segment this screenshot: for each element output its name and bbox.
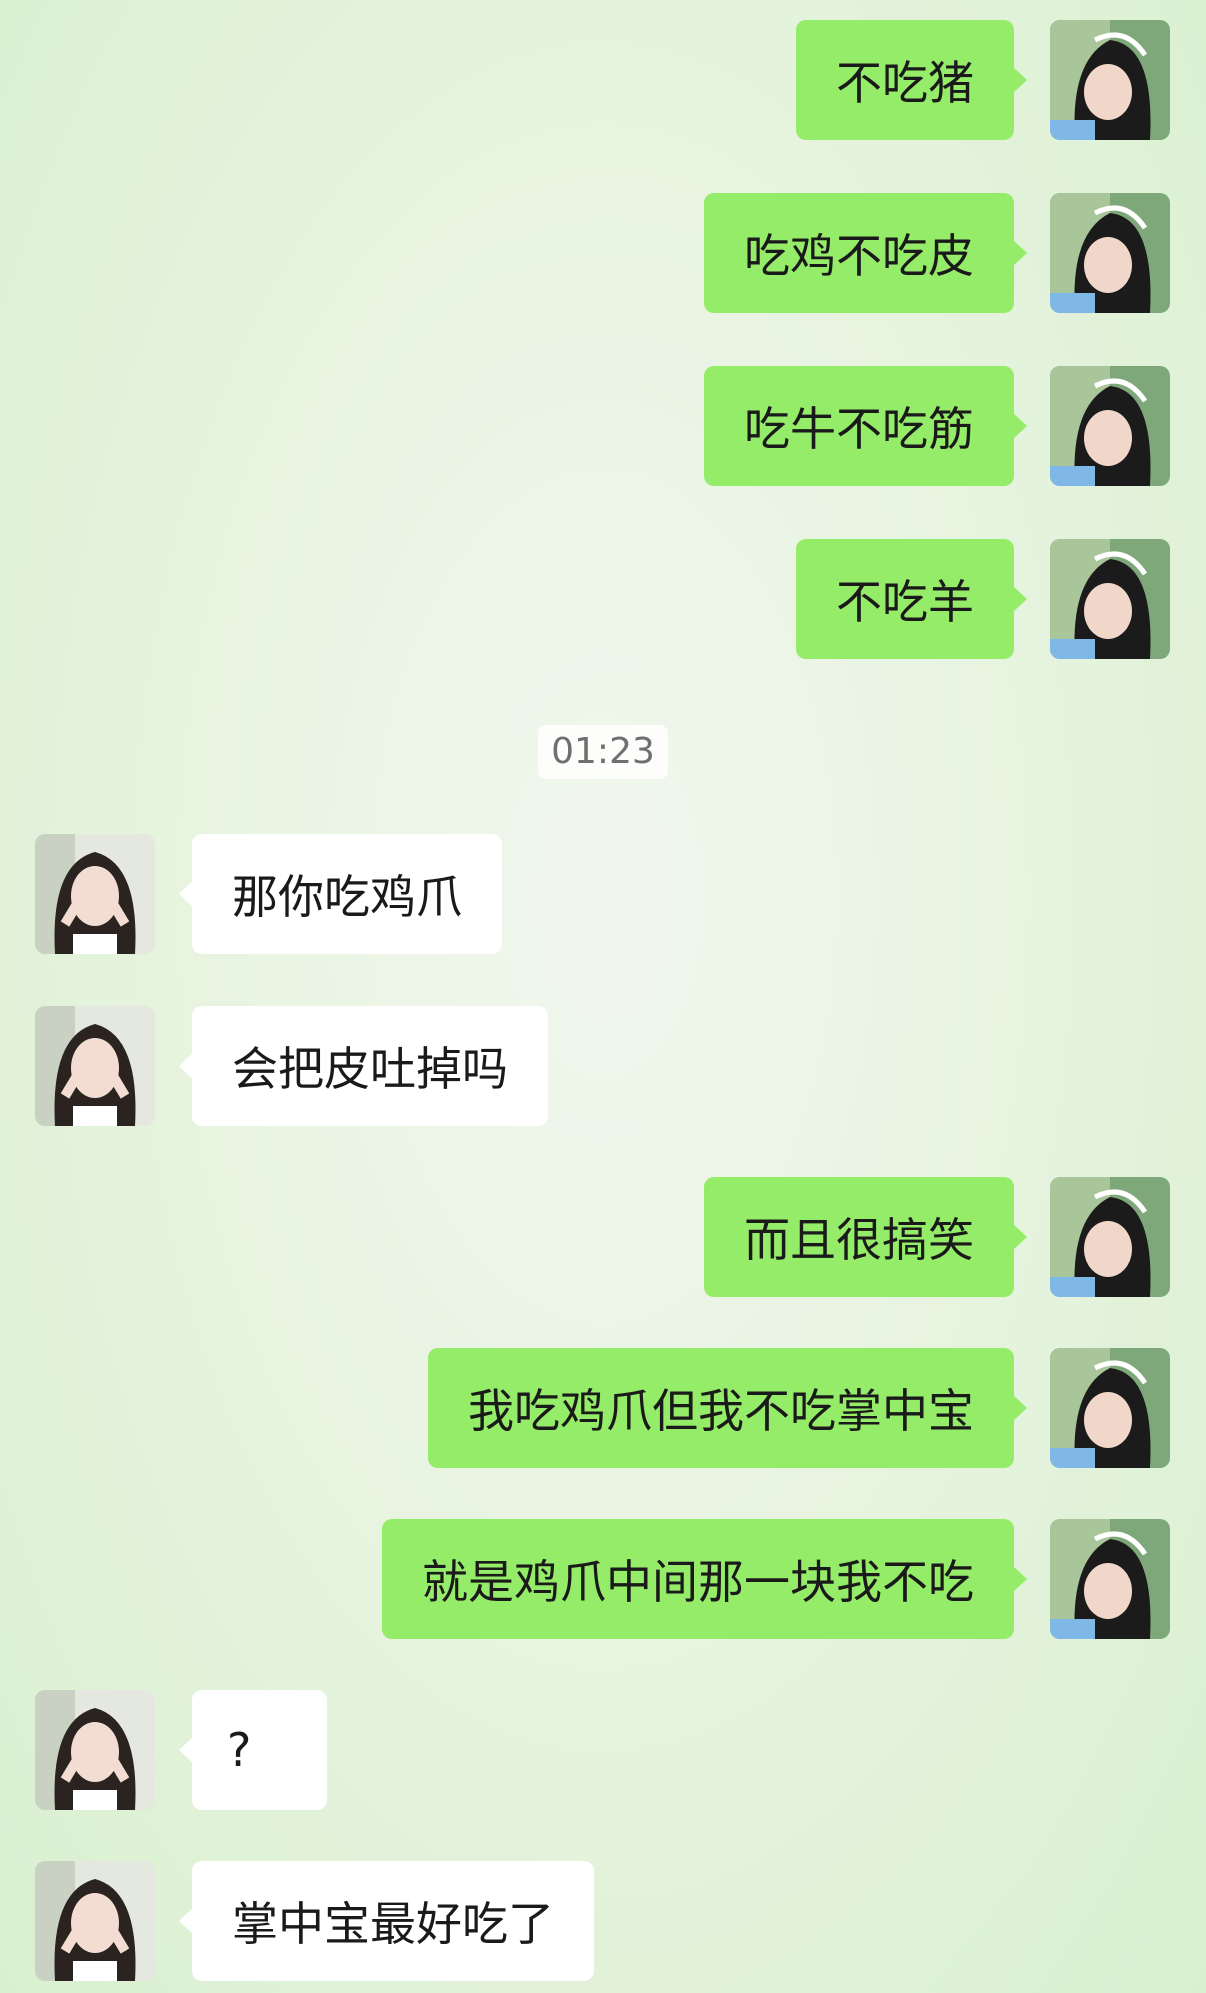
- contact-avatar[interactable]: [35, 1861, 155, 1981]
- message-bubble-outgoing[interactable]: 我吃鸡爪但我不吃掌中宝: [428, 1348, 1027, 1468]
- message-bubble-outgoing[interactable]: 吃鸡不吃皮: [704, 193, 1027, 313]
- message-bubble-incoming[interactable]: 掌中宝最好吃了: [179, 1861, 594, 1981]
- message-row-incoming: 会把皮吐掉吗: [0, 1006, 1206, 1126]
- contact-avatar[interactable]: [35, 1006, 155, 1126]
- my-avatar[interactable]: [1050, 539, 1170, 659]
- message-bubble-outgoing[interactable]: 吃牛不吃筋: [704, 366, 1027, 486]
- message-bubble-outgoing[interactable]: 不吃羊: [796, 539, 1027, 659]
- chat-area: 不吃猪 吃鸡不吃皮 吃牛不吃筋 不吃羊 01:23 那你吃鸡爪 会把皮吐掉吗 而…: [0, 0, 1206, 1993]
- message-row-outgoing: 就是鸡爪中间那一块我不吃: [0, 1519, 1206, 1639]
- message-row-outgoing: 我吃鸡爪但我不吃掌中宝: [0, 1348, 1206, 1468]
- message-bubble-outgoing[interactable]: 就是鸡爪中间那一块我不吃: [382, 1519, 1027, 1639]
- message-row-incoming: ?: [0, 1690, 1206, 1810]
- my-avatar[interactable]: [1050, 366, 1170, 486]
- message-row-outgoing: 不吃羊: [0, 539, 1206, 659]
- message-row-outgoing: 吃鸡不吃皮: [0, 193, 1206, 313]
- message-row-incoming: 那你吃鸡爪: [0, 834, 1206, 954]
- message-row-outgoing: 不吃猪: [0, 20, 1206, 140]
- my-avatar[interactable]: [1050, 1177, 1170, 1297]
- my-avatar[interactable]: [1050, 20, 1170, 140]
- contact-avatar[interactable]: [35, 834, 155, 954]
- message-row-outgoing: 吃牛不吃筋: [0, 366, 1206, 486]
- message-timestamp: 01:23: [538, 725, 668, 779]
- my-avatar[interactable]: [1050, 1519, 1170, 1639]
- my-avatar[interactable]: [1050, 193, 1170, 313]
- message-bubble-outgoing[interactable]: 不吃猪: [796, 20, 1027, 140]
- message-row-outgoing: 而且很搞笑: [0, 1177, 1206, 1297]
- message-bubble-incoming[interactable]: 会把皮吐掉吗: [179, 1006, 548, 1126]
- message-row-incoming: 掌中宝最好吃了: [0, 1861, 1206, 1981]
- message-bubble-outgoing[interactable]: 而且很搞笑: [704, 1177, 1027, 1297]
- contact-avatar[interactable]: [35, 1690, 155, 1810]
- message-bubble-incoming[interactable]: 那你吃鸡爪: [179, 834, 502, 954]
- my-avatar[interactable]: [1050, 1348, 1170, 1468]
- message-bubble-incoming[interactable]: ?: [179, 1690, 327, 1810]
